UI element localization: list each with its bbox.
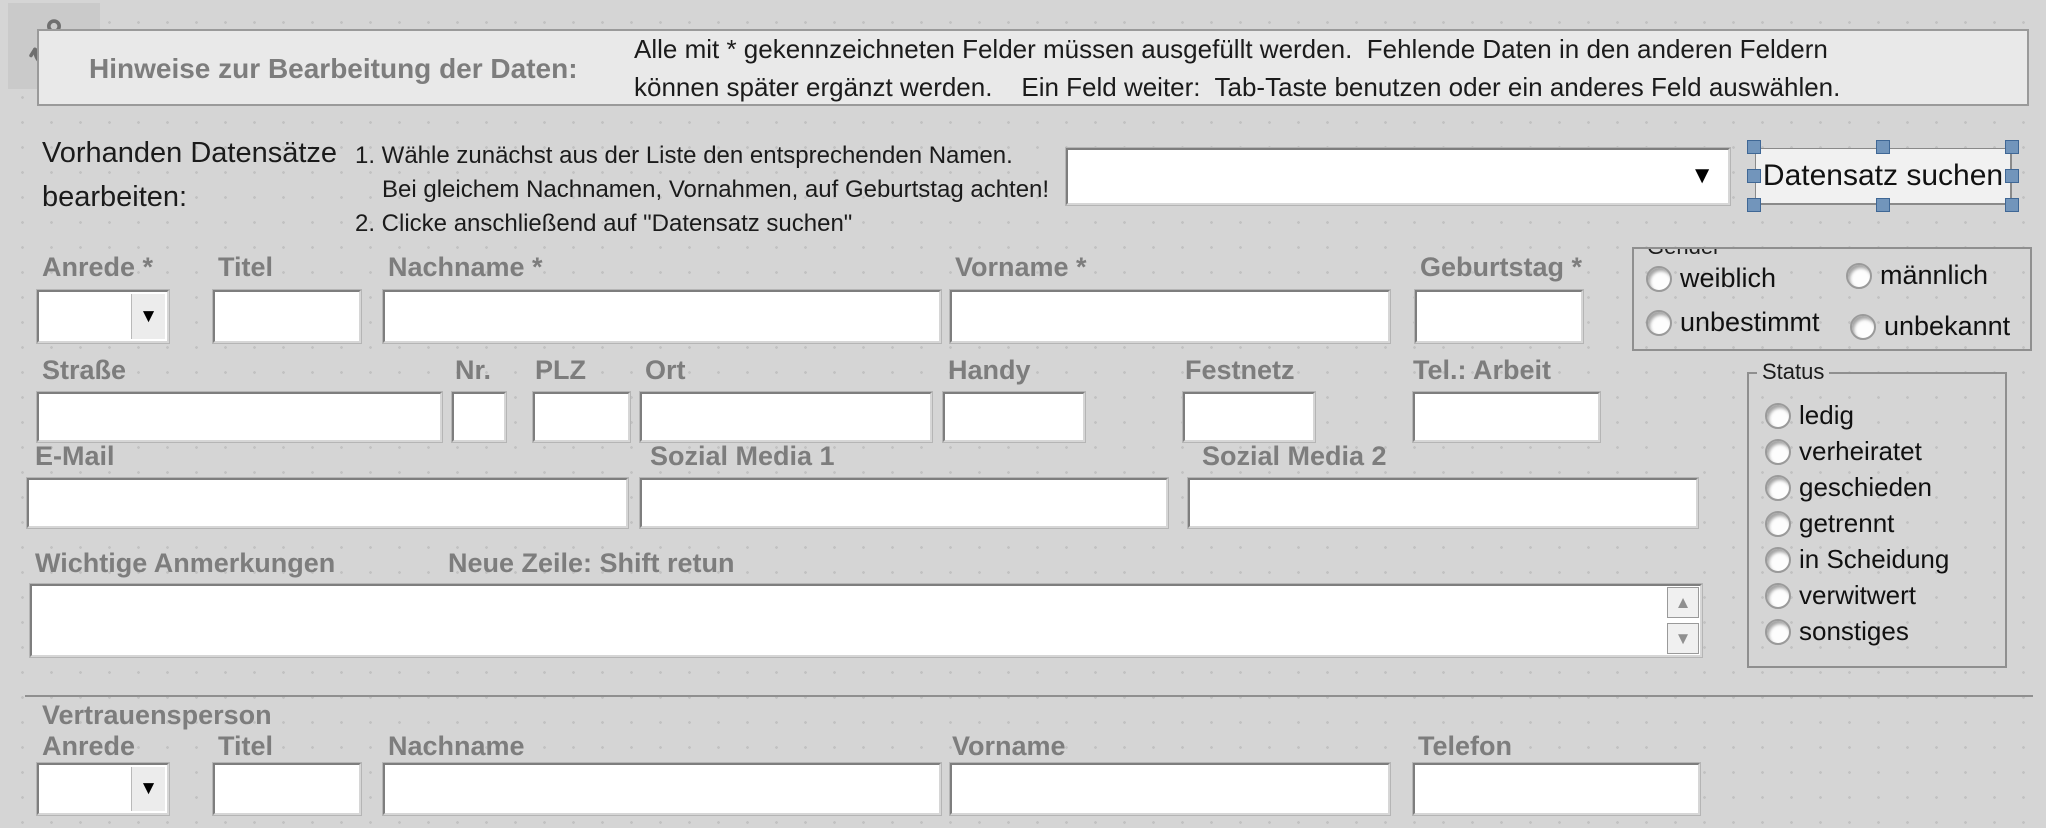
vp-nachname-input[interactable] <box>383 763 941 815</box>
selection-handle[interactable] <box>2005 169 2019 183</box>
titel-label: Titel <box>218 252 273 283</box>
anmerkungen-textarea[interactable] <box>30 584 1702 657</box>
gender-group: Gender weiblich männlich unbestimmt unbe… <box>1632 247 2032 351</box>
anmerkungen-label: Wichtige Anmerkungen <box>35 548 335 579</box>
status-radio-in-scheidung[interactable] <box>1765 547 1791 573</box>
titel-input[interactable] <box>213 290 361 343</box>
selection-handle[interactable] <box>2005 198 2019 212</box>
nr-label: Nr. <box>455 355 491 386</box>
ort-label: Ort <box>645 355 686 386</box>
status-radio-sonstiges[interactable] <box>1765 619 1791 645</box>
plz-label: PLZ <box>535 355 586 386</box>
geburtstag-input[interactable] <box>1415 290 1583 343</box>
search-step-1b: Bei gleichem Nachnamen, Vornahmen, auf G… <box>382 176 1049 204</box>
selection-handle[interactable] <box>1747 198 1761 212</box>
record-search-combobox[interactable]: ▼ <box>1066 148 1730 205</box>
tel-arbeit-input[interactable] <box>1413 392 1600 442</box>
tel-arbeit-label: Tel.: Arbeit <box>1413 355 1551 386</box>
vp-nachname-label: Nachname <box>388 731 525 762</box>
combobox-dropdown-icon[interactable]: ▼ <box>131 294 165 339</box>
status-radio-ledig[interactable] <box>1765 403 1791 429</box>
anmerkungen-textarea-wrap: ▲ ▼ <box>30 584 1702 657</box>
search-button-selection: Datensatz suchen <box>1755 148 2011 204</box>
anrede-combobox[interactable]: ▼ <box>37 290 169 343</box>
status-radio-geschieden[interactable] <box>1765 475 1791 501</box>
vp-titel-input[interactable] <box>213 763 361 815</box>
selection-handle[interactable] <box>1876 198 1890 212</box>
status-radio-verheiratet[interactable] <box>1765 439 1791 465</box>
search-step-1: 1. Wähle zunächst aus der Liste den ents… <box>355 142 1013 170</box>
festnetz-input[interactable] <box>1183 392 1315 442</box>
vp-vorname-label: Vorname <box>952 731 1066 762</box>
vorname-label: Vorname * <box>955 252 1087 283</box>
hint-box-title: Hinweise zur Bearbeitung der Daten: <box>89 53 578 85</box>
plz-input[interactable] <box>533 392 630 442</box>
status-radio-verwitwert-label: verwitwert <box>1799 580 1916 611</box>
nachname-label: Nachname * <box>388 252 543 283</box>
scroll-up-button[interactable]: ▲ <box>1667 587 1699 618</box>
existing-records-label-line2: bearbeiten: <box>42 181 187 214</box>
hint-line-2: können später ergänzt werden. Ein Feld w… <box>634 72 1840 103</box>
gender-radio-maennlich-label: männlich <box>1880 260 1988 291</box>
email-label: E-Mail <box>35 441 115 472</box>
combobox-dropdown-icon[interactable]: ▼ <box>131 767 165 811</box>
sozial-media-1-input[interactable] <box>640 478 1168 528</box>
strasse-label: Straße <box>42 355 126 386</box>
vp-telefon-input[interactable] <box>1413 763 1700 815</box>
gender-radio-weiblich[interactable] <box>1646 266 1672 292</box>
status-radio-geschieden-label: geschieden <box>1799 472 1932 503</box>
section-divider <box>25 695 2033 697</box>
sozial-media-2-label: Sozial Media 2 <box>1202 441 1387 472</box>
vp-anrede-combobox[interactable]: ▼ <box>37 763 169 815</box>
status-radio-getrennt-label: getrennt <box>1799 508 1894 539</box>
existing-records-label-line1: Vorhanden Datensätze <box>42 137 337 170</box>
vp-titel-label: Titel <box>218 731 273 762</box>
status-radio-verwitwert[interactable] <box>1765 583 1791 609</box>
combobox-dropdown-icon[interactable]: ▼ <box>1690 162 1714 190</box>
vp-telefon-label: Telefon <box>1418 731 1512 762</box>
gender-radio-unbestimmt[interactable] <box>1646 310 1672 336</box>
status-radio-ledig-label: ledig <box>1799 400 1854 431</box>
nachname-input[interactable] <box>383 290 941 343</box>
scroll-down-button[interactable]: ▼ <box>1667 623 1699 654</box>
search-step-2: 2. Clicke anschließend auf "Datensatz su… <box>355 210 852 238</box>
vertrauensperson-title: Vertrauensperson <box>42 700 272 731</box>
vorname-input[interactable] <box>950 290 1390 343</box>
sozial-media-2-input[interactable] <box>1188 478 1698 528</box>
gender-radio-unbestimmt-label: unbestimmt <box>1680 307 1820 338</box>
handy-label: Handy <box>948 355 1031 386</box>
hint-line-1: Alle mit * gekennzeichneten Felder müsse… <box>634 34 1828 65</box>
gender-radio-maennlich[interactable] <box>1846 263 1872 289</box>
status-radio-sonstiges-label: sonstiges <box>1799 616 1909 647</box>
datensatz-suchen-button[interactable]: Datensatz suchen <box>1755 148 2011 204</box>
strasse-input[interactable] <box>37 392 442 442</box>
vp-anrede-label: Anrede <box>42 731 135 762</box>
status-radio-getrennt[interactable] <box>1765 511 1791 537</box>
selection-handle[interactable] <box>2005 140 2019 154</box>
festnetz-label: Festnetz <box>1185 355 1295 386</box>
geburtstag-label: Geburtstag * <box>1420 252 1582 283</box>
selection-handle[interactable] <box>1747 140 1761 154</box>
gender-group-legend: Gender <box>1642 247 1725 260</box>
anrede-label: Anrede * <box>42 252 153 283</box>
status-group-legend: Status <box>1757 359 1829 385</box>
gender-radio-unbekannt[interactable] <box>1850 314 1876 340</box>
form-canvas: Hinweise zur Bearbeitung der Daten: Alle… <box>0 0 2046 828</box>
sozial-media-1-label: Sozial Media 1 <box>650 441 835 472</box>
hint-box: Hinweise zur Bearbeitung der Daten: Alle… <box>37 29 2029 106</box>
anmerkungen-hint-label: Neue Zeile: Shift retun <box>448 548 735 579</box>
nr-input[interactable] <box>452 392 506 442</box>
vp-vorname-input[interactable] <box>950 763 1390 815</box>
email-input[interactable] <box>27 478 628 528</box>
status-radio-verheiratet-label: verheiratet <box>1799 436 1922 467</box>
gender-radio-weiblich-label: weiblich <box>1680 263 1776 294</box>
ort-input[interactable] <box>640 392 932 442</box>
selection-handle[interactable] <box>1876 140 1890 154</box>
selection-handle[interactable] <box>1747 169 1761 183</box>
status-group: Status ledig verheiratet geschieden getr… <box>1747 372 2007 668</box>
status-radio-in-scheidung-label: in Scheidung <box>1799 544 1949 575</box>
gender-radio-unbekannt-label: unbekannt <box>1884 311 2010 342</box>
handy-input[interactable] <box>943 392 1085 442</box>
